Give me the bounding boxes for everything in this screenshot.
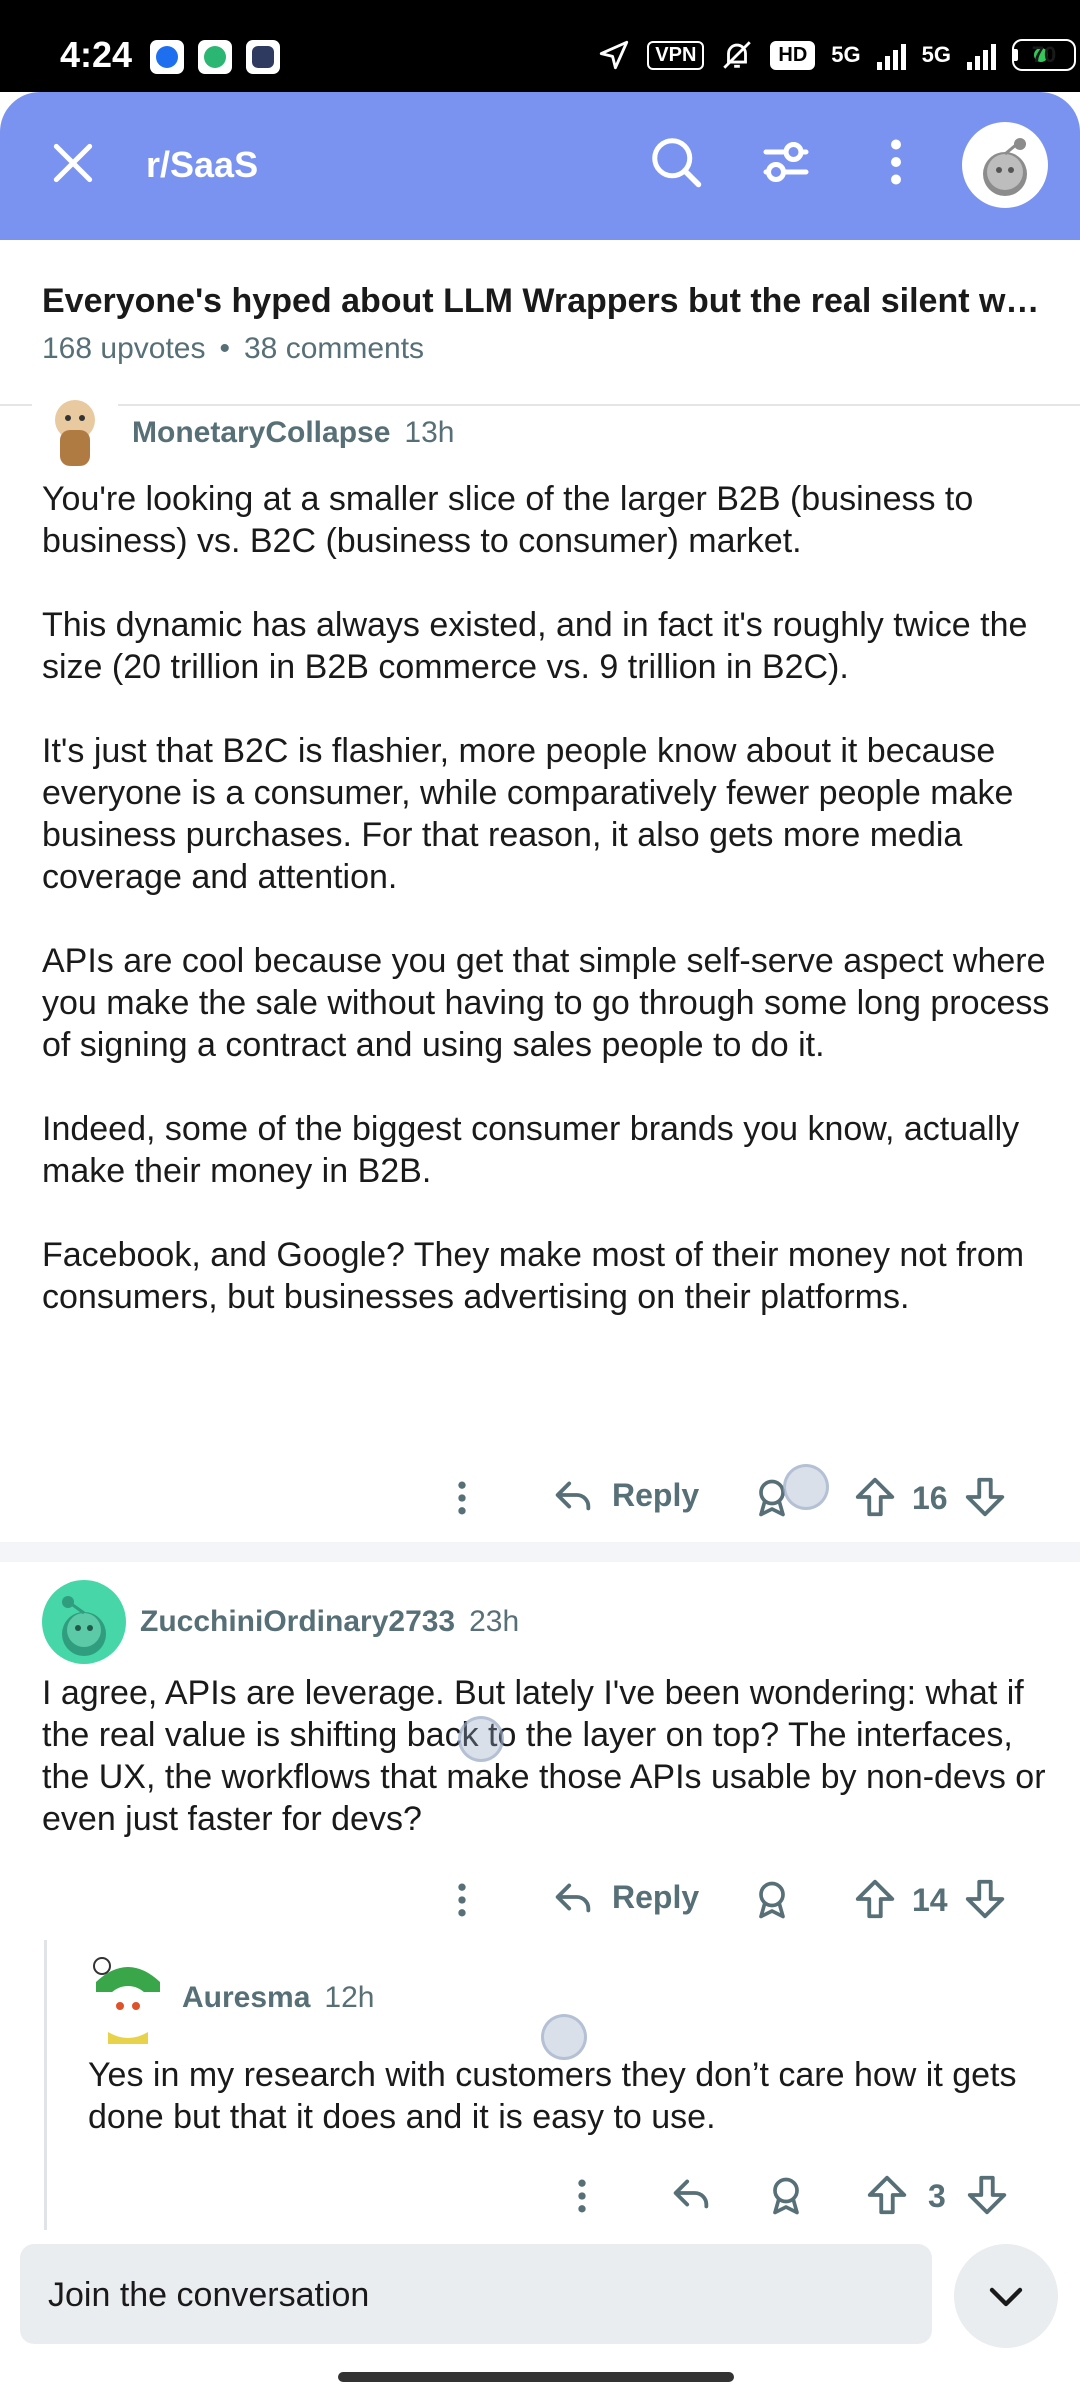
location-icon (600, 40, 629, 70)
comment-paragraph: Facebook, and Google? They make most of … (42, 1236, 1025, 1316)
comment-body: I agree, APIs are leverage. But lately I… (42, 1672, 1052, 1840)
filter-icon[interactable] (756, 132, 816, 192)
reply-label: Reply (612, 1476, 700, 1513)
user-avatar[interactable] (32, 400, 118, 466)
comment-count: 38 comments (243, 332, 425, 365)
close-icon[interactable] (48, 138, 98, 188)
avatar-icon[interactable] (962, 122, 1048, 208)
search-icon[interactable] (646, 132, 706, 192)
vote-count: 16 (912, 1480, 948, 1516)
comment-actions: Reply 16 (440, 1466, 1060, 1532)
reply-label: Reply (612, 1878, 700, 1915)
upvote-icon[interactable] (852, 1474, 898, 1520)
vote-count: 3 (928, 2178, 946, 2214)
user-avatar[interactable] (42, 1580, 126, 1664)
comment-time: 13h (404, 416, 455, 449)
comment-paragraph: You're looking at a smaller slice of the… (42, 480, 974, 560)
collapse-button[interactable] (954, 2244, 1058, 2348)
comment-author[interactable]: Auresma (182, 1981, 310, 2015)
more-options-icon[interactable] (440, 1878, 484, 1922)
status-time: 4:24 (60, 34, 133, 75)
comment-header: ZucchiniOrdinary2733 23h (42, 1580, 519, 1664)
status-indicators: VPN HD 5G 5G 70 (597, 38, 1076, 72)
signal-icon-2 (967, 40, 996, 70)
battery-level: 70 (1012, 39, 1076, 71)
upvote-count: 168 upvotes (42, 332, 206, 365)
home-indicator[interactable] (338, 2372, 734, 2382)
comment-header: MonetaryCollapse 13h (32, 400, 454, 466)
comment-body: Yes in my research with customers they d… (88, 2054, 1048, 2138)
network-type-1: 5G (831, 42, 861, 67)
comment-paragraph: I agree, APIs are leverage. But lately I… (42, 1674, 1046, 1838)
touch-indicator (783, 1464, 829, 1510)
comment-time: 23h (469, 1605, 520, 1638)
more-options-icon[interactable] (440, 1476, 484, 1520)
downvote-icon[interactable] (962, 1474, 1008, 1520)
comment-paragraph: Yes in my research with customers they d… (88, 2056, 1017, 2136)
more-options-icon[interactable] (560, 2174, 604, 2218)
award-icon[interactable] (764, 2174, 808, 2218)
downvote-icon[interactable] (964, 2172, 1010, 2218)
battery-icon: 70 (1012, 39, 1076, 71)
hd-badge: HD (770, 40, 816, 70)
bot-icon (246, 40, 280, 74)
post-summary[interactable]: Everyone's hyped about LLM Wrappers but … (0, 240, 1080, 406)
messenger-icon (150, 40, 184, 74)
comment-author[interactable]: ZucchiniOrdinary2733 (140, 1605, 455, 1639)
app-header: r/SaaS (0, 92, 1080, 240)
touch-indicator (458, 1716, 504, 1762)
comment-paragraph: APIs are cool because you get that simpl… (42, 942, 1050, 1064)
bell-off-icon (723, 41, 752, 69)
upvote-icon[interactable] (864, 2172, 910, 2218)
status-bar: 4:24 VPN HD 5G 5G 70 (0, 0, 1080, 92)
comment-header: Auresma 12h (88, 1952, 374, 2044)
thread-line (44, 1940, 47, 2230)
subreddit-title[interactable]: r/SaaS (146, 144, 258, 186)
comment-paragraph: It's just that B2C is flashier, more peo… (42, 732, 1014, 896)
downvote-icon[interactable] (962, 1876, 1008, 1922)
vote-count: 14 (912, 1882, 948, 1918)
reply-button[interactable]: Reply (550, 1472, 699, 1518)
network-type-2: 5G (921, 42, 951, 67)
reply-icon (555, 1883, 591, 1913)
post-meta: 168 upvotes • 38 comments (42, 332, 425, 365)
comment-actions: 3 (560, 2164, 1060, 2230)
app-icon (198, 40, 232, 74)
more-vertical-icon[interactable] (866, 132, 926, 192)
signal-icon (876, 40, 906, 70)
comment-time: 12h (324, 1981, 375, 2014)
reply-button[interactable]: Reply (550, 1874, 699, 1920)
comment-paragraph: Indeed, some of the biggest consumer bra… (42, 1110, 1020, 1190)
reply-icon (555, 1481, 591, 1511)
join-conversation-input[interactable]: Join the conversation (20, 2244, 932, 2344)
comment-author[interactable]: MonetaryCollapse (132, 416, 390, 450)
upvote-icon[interactable] (852, 1876, 898, 1922)
reply-icon[interactable] (668, 2170, 714, 2216)
comment-paragraph: This dynamic has always existed, and in … (42, 606, 1028, 686)
chevron-down-icon (989, 2287, 1023, 2307)
comment-body: You're looking at a smaller slice of the… (42, 478, 1052, 1318)
vpn-badge: VPN (647, 40, 705, 70)
award-icon[interactable] (750, 1878, 794, 1922)
comment-actions: Reply 14 (440, 1868, 1060, 1934)
post-title[interactable]: Everyone's hyped about LLM Wrappers but … (42, 282, 1042, 321)
user-avatar[interactable] (88, 1952, 168, 2044)
join-conversation-placeholder: Join the conversation (48, 2276, 370, 2314)
comment-divider (0, 1542, 1080, 1562)
